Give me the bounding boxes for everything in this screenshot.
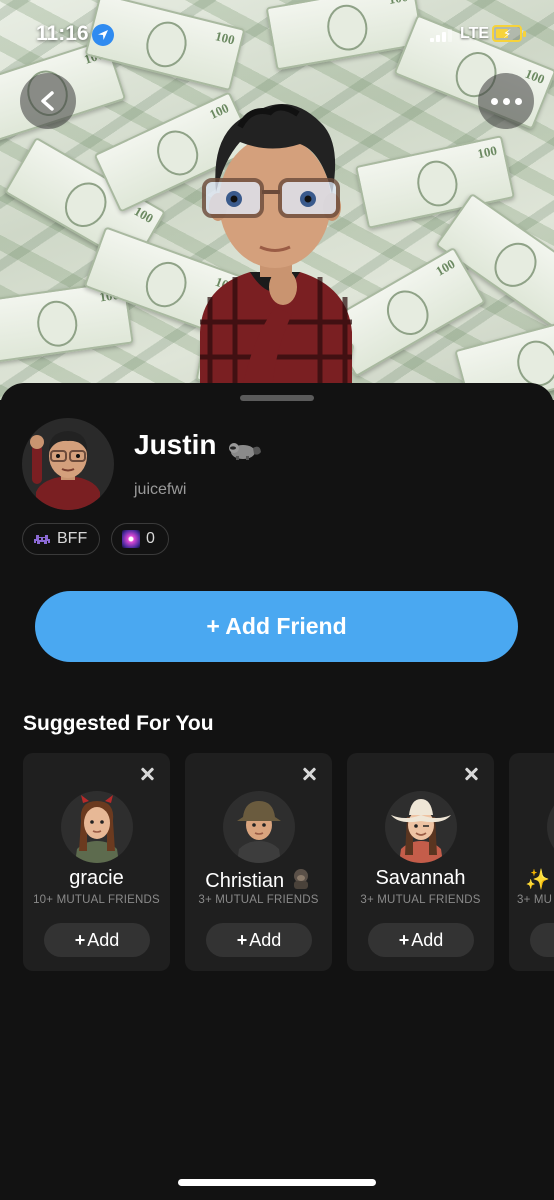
plus-icon: + [74, 929, 86, 950]
location-arrow-icon [92, 24, 114, 46]
profile-username: juicefwi [134, 481, 187, 498]
raccoon-emoji-icon [229, 443, 261, 460]
add-label: Add [87, 929, 120, 950]
add-label: Add [249, 929, 282, 950]
more-options-button[interactable] [478, 73, 534, 129]
bitmoji-banner-avatar [200, 104, 352, 400]
suggested-avatar[interactable] [385, 791, 457, 863]
add-suggested-button[interactable]: + Add [368, 923, 474, 957]
home-indicator[interactable] [178, 1179, 376, 1186]
add-suggested-button[interactable]: + Add [44, 923, 150, 957]
suggested-name: ✨ [525, 869, 550, 891]
mutual-friends-count: 3+ MUTUAL FRIENDS [198, 894, 319, 906]
bff-badge-label: BFF [57, 530, 88, 547]
snap-score-badge[interactable]: 0 [111, 523, 169, 555]
dismiss-icon[interactable] [138, 765, 156, 783]
alien-monster-icon [34, 535, 50, 544]
sheet-grabber[interactable] [240, 395, 314, 401]
plus-icon: + [398, 929, 410, 950]
avatar[interactable] [22, 418, 114, 510]
bitmoji-avatar-icon [30, 431, 100, 510]
battery-charging-icon: ⚡ [492, 25, 526, 42]
more-dots-icon [490, 97, 522, 105]
snap-score-value: 0 [146, 530, 155, 547]
mutual-friends-count: 10+ MUTUAL FRIENDS [33, 894, 160, 906]
chevron-left-icon [41, 91, 54, 111]
suggested-card[interactable]: ✨ 3+ MU [509, 753, 554, 971]
suggested-card[interactable]: Savannah 3+ MUTUAL FRIENDS + Add [347, 753, 494, 971]
mutual-friends-count: 3+ MUTUAL FRIENDS [360, 894, 481, 906]
suggested-name: gracie [69, 867, 124, 889]
add-suggested-button[interactable]: + Add [206, 923, 312, 957]
add-friend-button[interactable]: + Add Friend [35, 591, 518, 662]
suggested-carousel[interactable]: gracie 10+ MUTUAL FRIENDS + Add Christia… [23, 753, 554, 973]
suggested-section-title: Suggested For You [23, 712, 214, 735]
status-time: 11:16 [36, 22, 89, 45]
suggested-avatar[interactable] [547, 791, 554, 863]
suggested-avatar[interactable] [223, 791, 295, 863]
add-label: Add [411, 929, 444, 950]
back-button[interactable] [20, 73, 76, 129]
suggested-avatar[interactable] [61, 791, 133, 863]
suggested-name: Christian [185, 867, 332, 893]
suggested-card[interactable]: Christian 3+ MUTUAL FRIENDS + Add [185, 753, 332, 971]
suggested-name: Savannah [375, 867, 466, 889]
plus-icon: + [236, 929, 248, 950]
dismiss-icon[interactable] [300, 765, 318, 783]
gorilla-emoji-icon [293, 869, 308, 889]
bitmoji-avatar-icon [75, 795, 119, 863]
add-friend-label: + Add Friend [206, 613, 347, 639]
bitmoji-avatar-icon [237, 801, 281, 863]
bff-badge[interactable]: BFF [22, 523, 100, 555]
profile-name: Justin [134, 429, 217, 460]
mutual-friends-count: 3+ MU [517, 894, 553, 906]
cellular-signal-icon [430, 28, 452, 42]
profile-sheet: Justin juicefwi BFF 0 + Add Friend Sugge… [0, 383, 554, 1200]
snap-score-icon [122, 530, 140, 548]
network-type: LTE [460, 25, 490, 42]
dismiss-icon[interactable] [462, 765, 480, 783]
add-suggested-button[interactable] [530, 923, 554, 957]
suggested-card[interactable]: gracie 10+ MUTUAL FRIENDS + Add [23, 753, 170, 971]
bitmoji-avatar-icon [391, 799, 451, 863]
status-bar: 11:16 LTE ⚡ [0, 0, 554, 70]
